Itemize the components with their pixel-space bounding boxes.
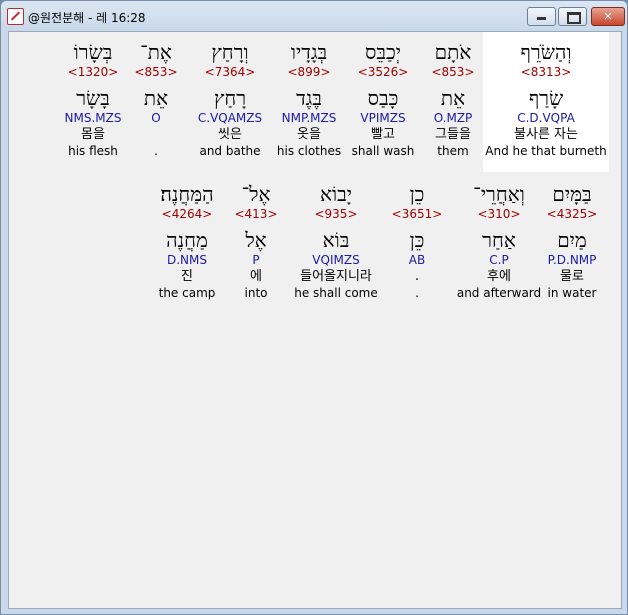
morphology-code: NMS.MZS [64, 111, 122, 125]
title-bar[interactable]: @원전분해 - 레 16:28 ✕ [1, 1, 627, 31]
strong-number: <1320> [67, 65, 119, 79]
hebrew-word: הַמַּחֲנֶה׃ [160, 182, 214, 206]
maximize-icon [567, 12, 581, 24]
window-title: @원전분해 - 레 16:28 [28, 11, 146, 25]
morphology-code: C.P [489, 253, 509, 267]
korean-gloss: 후에 [487, 269, 511, 284]
interlinear-panel[interactable]: וְהַשֹּׂרֵף <8313> שָׂרַף C.D.VQPA 불사른 자는 And… [8, 31, 622, 609]
english-gloss: And he that burneth [485, 144, 607, 158]
hebrew-word: וְאַחֲרֵי־ [473, 182, 525, 206]
minimize-button[interactable] [527, 7, 556, 26]
lemma: אַחַר [482, 228, 516, 252]
lemma: מַחֲנֶה [166, 228, 208, 252]
english-gloss: his flesh [68, 144, 118, 158]
word-column[interactable]: וְאַחֲרֵי־ <310> אַחַר C.P 후에 and afterward [451, 176, 547, 301]
hebrew-word: וְהַשֹּׂרֵף [520, 40, 572, 64]
strong-number: <310> [477, 207, 521, 221]
lemma: שָׂרַף [528, 86, 564, 110]
maximize-button[interactable] [558, 7, 587, 26]
app-icon[interactable] [7, 8, 24, 25]
hebrew-word: בְּשָׂרוֹ [73, 40, 113, 64]
app-window: @원전분해 - 레 16:28 ✕ וְהַשֹּׂרֵף <8313> שָׂרַ… [0, 0, 628, 615]
morphology-code: C.D.VQPA [517, 111, 575, 125]
korean-gloss: 몸을 [81, 127, 105, 142]
minimize-icon [537, 17, 546, 20]
korean-gloss: 불사른 자는 [514, 127, 578, 142]
close-button[interactable]: ✕ [591, 7, 625, 26]
korean-gloss: 진 [181, 269, 193, 284]
close-icon: ✕ [603, 10, 613, 23]
morphology-code: D.NMS [166, 253, 207, 267]
word-column[interactable]: בְּשָׂרוֹ <1320> בָּשָׂר NMS.MZS 몸을 his flesh [45, 34, 141, 159]
english-gloss: the camp [158, 286, 216, 300]
english-gloss: and afterward [456, 286, 542, 300]
word-column[interactable]: וְהַשֹּׂרֵף <8313> שָׂרַף C.D.VQPA 불사른 자는 And… [483, 32, 609, 172]
strong-number: <4264> [161, 207, 213, 221]
strong-number: <8313> [520, 65, 572, 79]
lemma: בָּשָׂר [76, 86, 110, 110]
word-column[interactable]: הַמַּחֲנֶה׃ <4264> מַחֲנֶה D.NMS 진 the camp [139, 176, 235, 301]
